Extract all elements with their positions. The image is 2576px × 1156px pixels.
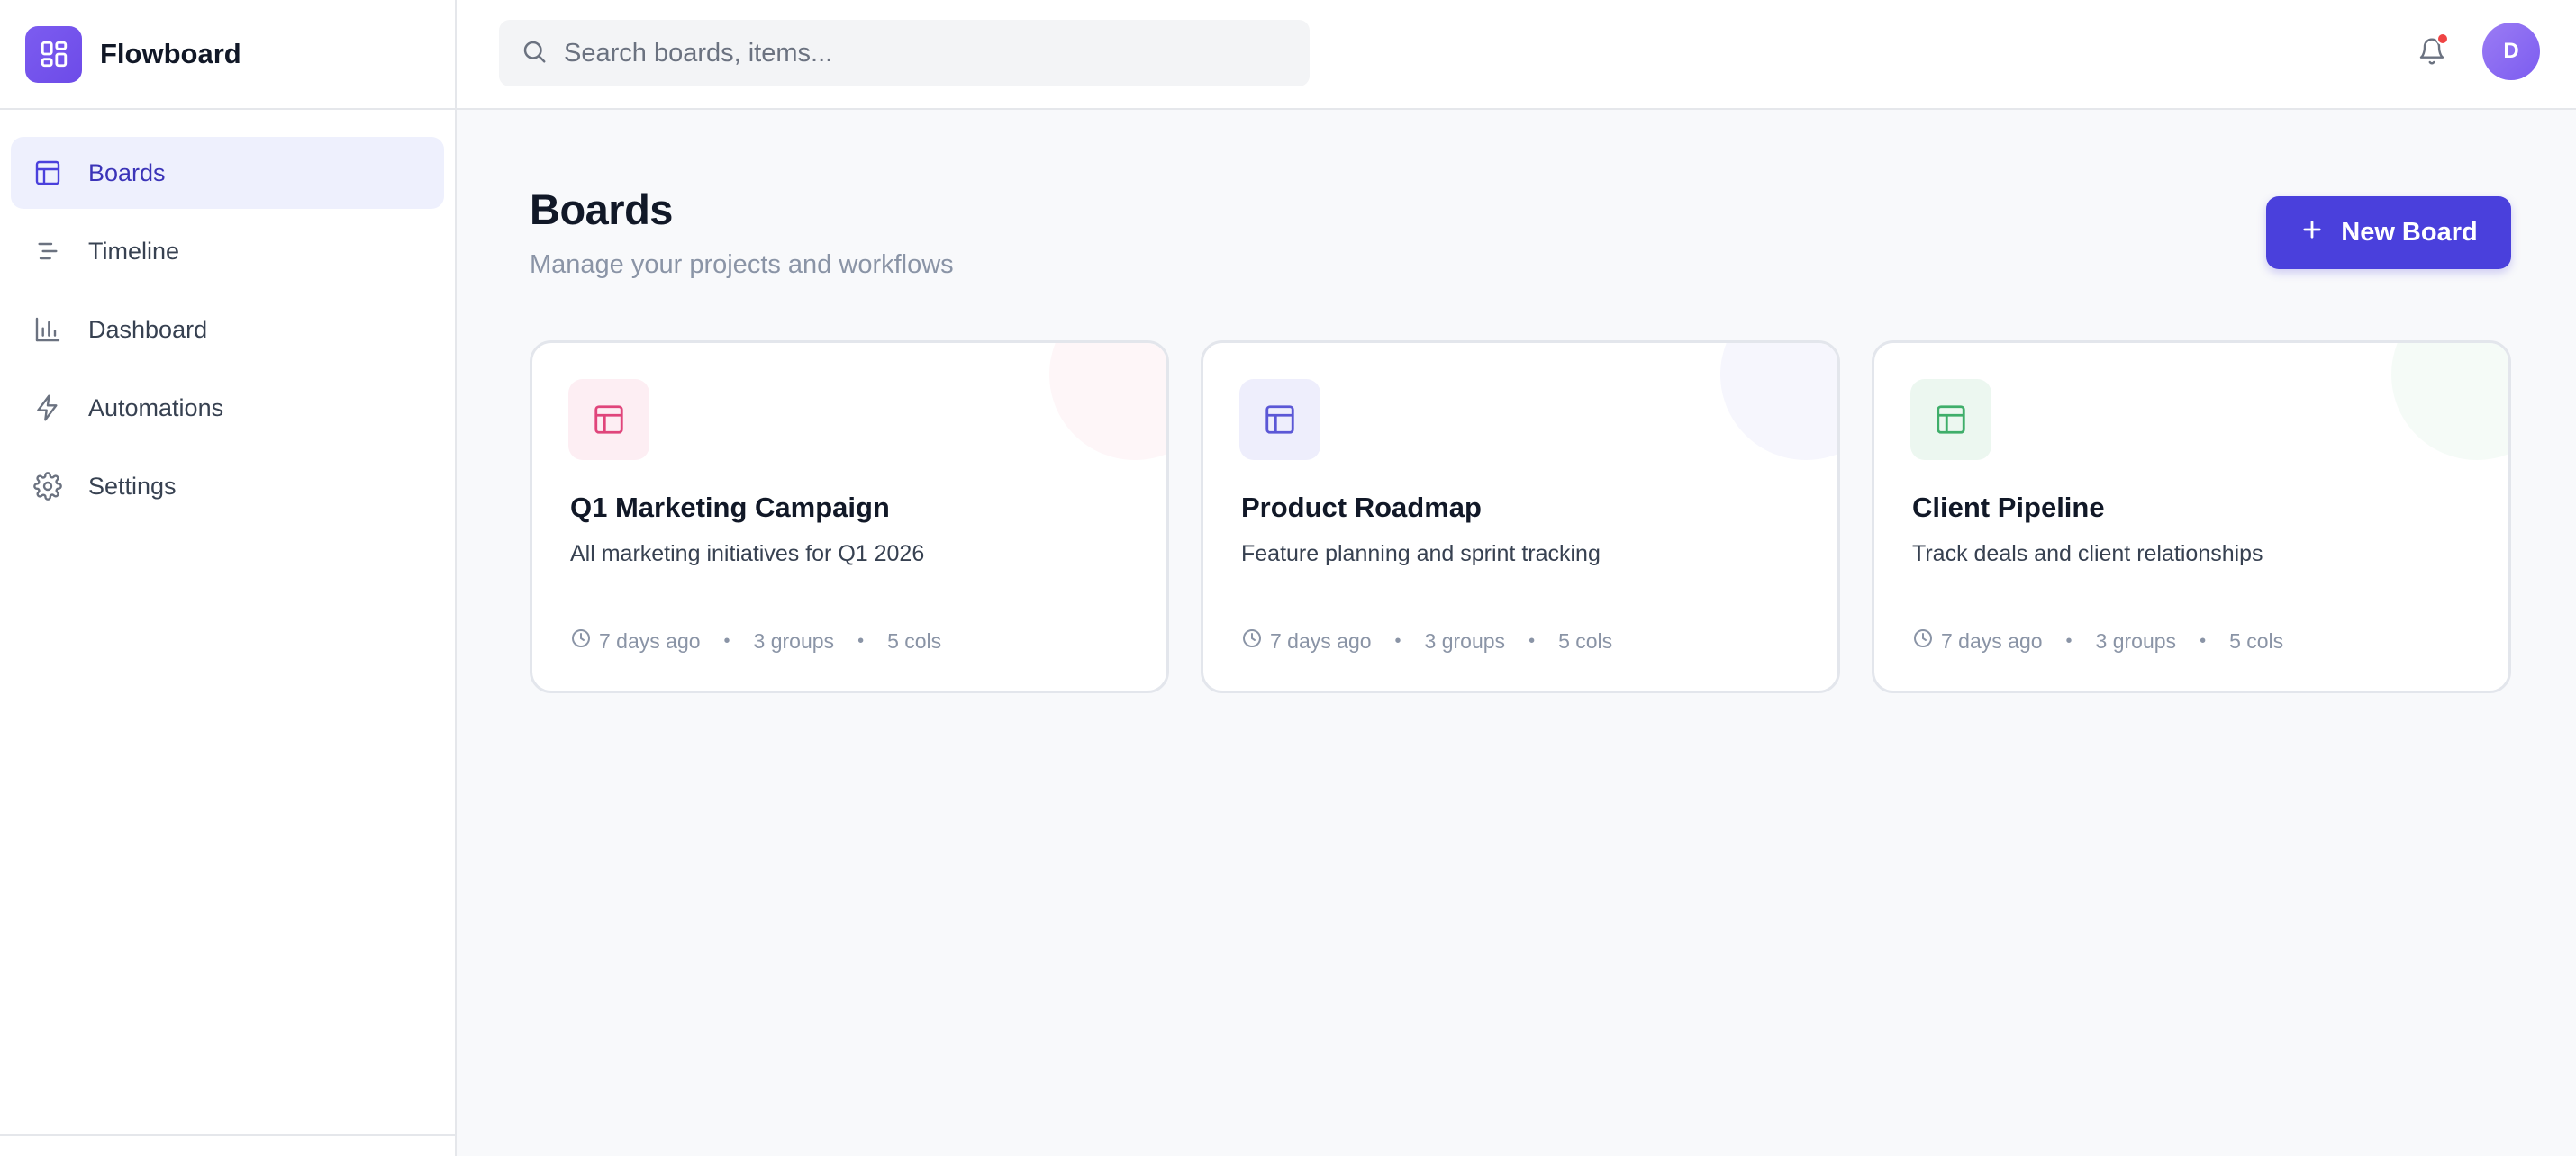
page-title: Boards	[530, 185, 673, 233]
sidebar-item-settings[interactable]: Settings	[11, 450, 444, 522]
meta-separator: •	[857, 630, 865, 651]
boards-grid: Q1 Marketing Campaign All marketing init…	[530, 340, 2511, 693]
sidebar: Flowboard Boards Timeline Dashboard Auto…	[0, 0, 457, 1156]
board-card[interactable]: Q1 Marketing Campaign All marketing init…	[530, 340, 1169, 693]
new-board-label: New Board	[2341, 218, 2478, 247]
meta-separator: •	[2200, 630, 2207, 651]
sidebar-nav: Boards Timeline Dashboard Automations Se…	[0, 110, 455, 522]
app-root: Flowboard Boards Timeline Dashboard Auto…	[0, 0, 2576, 1156]
notification-badge	[2436, 32, 2449, 45]
search-input[interactable]	[564, 38, 1284, 68]
board-card[interactable]: Product Roadmap Feature planning and spr…	[1201, 340, 1840, 693]
timeline-icon	[32, 236, 63, 266]
avatar[interactable]: D	[2482, 23, 2540, 80]
board-updated-text: 7 days ago	[1941, 628, 2043, 653]
gear-icon	[32, 471, 63, 501]
board-updated: 7 days ago	[570, 628, 701, 655]
card-decoration	[1049, 343, 1166, 460]
board-updated-text: 7 days ago	[1270, 628, 1372, 653]
new-board-button[interactable]: New Board	[2266, 196, 2511, 269]
search-bar[interactable]	[499, 20, 1310, 86]
sidebar-item-label: Settings	[88, 472, 177, 500]
board-meta: 7 days ago • 3 groups • 5 cols	[1912, 628, 2283, 655]
board-description: All marketing initiatives for Q1 2026	[570, 541, 925, 566]
brand[interactable]: Flowboard	[0, 0, 455, 110]
app-name: Flowboard	[100, 38, 241, 69]
card-decoration	[1720, 343, 1837, 460]
sidebar-item-label: Timeline	[88, 237, 180, 265]
sidebar-item-label: Automations	[88, 393, 224, 421]
board-cols: 5 cols	[887, 628, 942, 653]
sidebar-item-boards[interactable]: Boards	[11, 137, 444, 209]
clock-icon	[1912, 628, 1934, 655]
board-title: Product Roadmap	[1241, 492, 1482, 523]
search-icon	[521, 38, 548, 69]
board-description: Track deals and client relationships	[1912, 541, 2263, 566]
board-groups: 3 groups	[2095, 628, 2177, 653]
board-icon	[1910, 379, 1991, 460]
sidebar-footer	[0, 1134, 455, 1156]
board-updated: 7 days ago	[1241, 628, 1372, 655]
plus-icon	[2299, 217, 2325, 249]
board-groups: 3 groups	[753, 628, 835, 653]
board-card[interactable]: Client Pipeline Track deals and client r…	[1872, 340, 2511, 693]
topbar: D	[457, 0, 2576, 110]
sidebar-item-label: Dashboard	[88, 315, 208, 343]
board-title: Q1 Marketing Campaign	[570, 492, 890, 523]
meta-separator: •	[723, 630, 730, 651]
logo-icon	[25, 25, 82, 83]
board-meta: 7 days ago • 3 groups • 5 cols	[1241, 628, 1612, 655]
page-subtitle: Manage your projects and workflows	[530, 250, 954, 279]
lightning-icon	[32, 393, 63, 423]
board-icon	[32, 158, 63, 188]
clock-icon	[1241, 628, 1263, 655]
notifications-button[interactable]	[2411, 32, 2453, 74]
board-title: Client Pipeline	[1912, 492, 2105, 523]
board-cols: 5 cols	[2229, 628, 2284, 653]
board-meta: 7 days ago • 3 groups • 5 cols	[570, 628, 941, 655]
sidebar-item-dashboard[interactable]: Dashboard	[11, 294, 444, 366]
card-decoration	[2391, 343, 2508, 460]
clock-icon	[570, 628, 592, 655]
board-icon	[1239, 379, 1320, 460]
board-updated: 7 days ago	[1912, 628, 2043, 655]
meta-separator: •	[1528, 630, 1536, 651]
board-icon	[568, 379, 649, 460]
sidebar-item-automations[interactable]: Automations	[11, 372, 444, 444]
sidebar-item-label: Boards	[88, 158, 166, 186]
bar-chart-icon	[32, 314, 63, 345]
board-cols: 5 cols	[1558, 628, 1613, 653]
meta-separator: •	[2065, 630, 2073, 651]
board-description: Feature planning and sprint tracking	[1241, 541, 1601, 566]
board-updated-text: 7 days ago	[599, 628, 701, 653]
board-groups: 3 groups	[1424, 628, 1506, 653]
sidebar-item-timeline[interactable]: Timeline	[11, 215, 444, 287]
meta-separator: •	[1394, 630, 1401, 651]
